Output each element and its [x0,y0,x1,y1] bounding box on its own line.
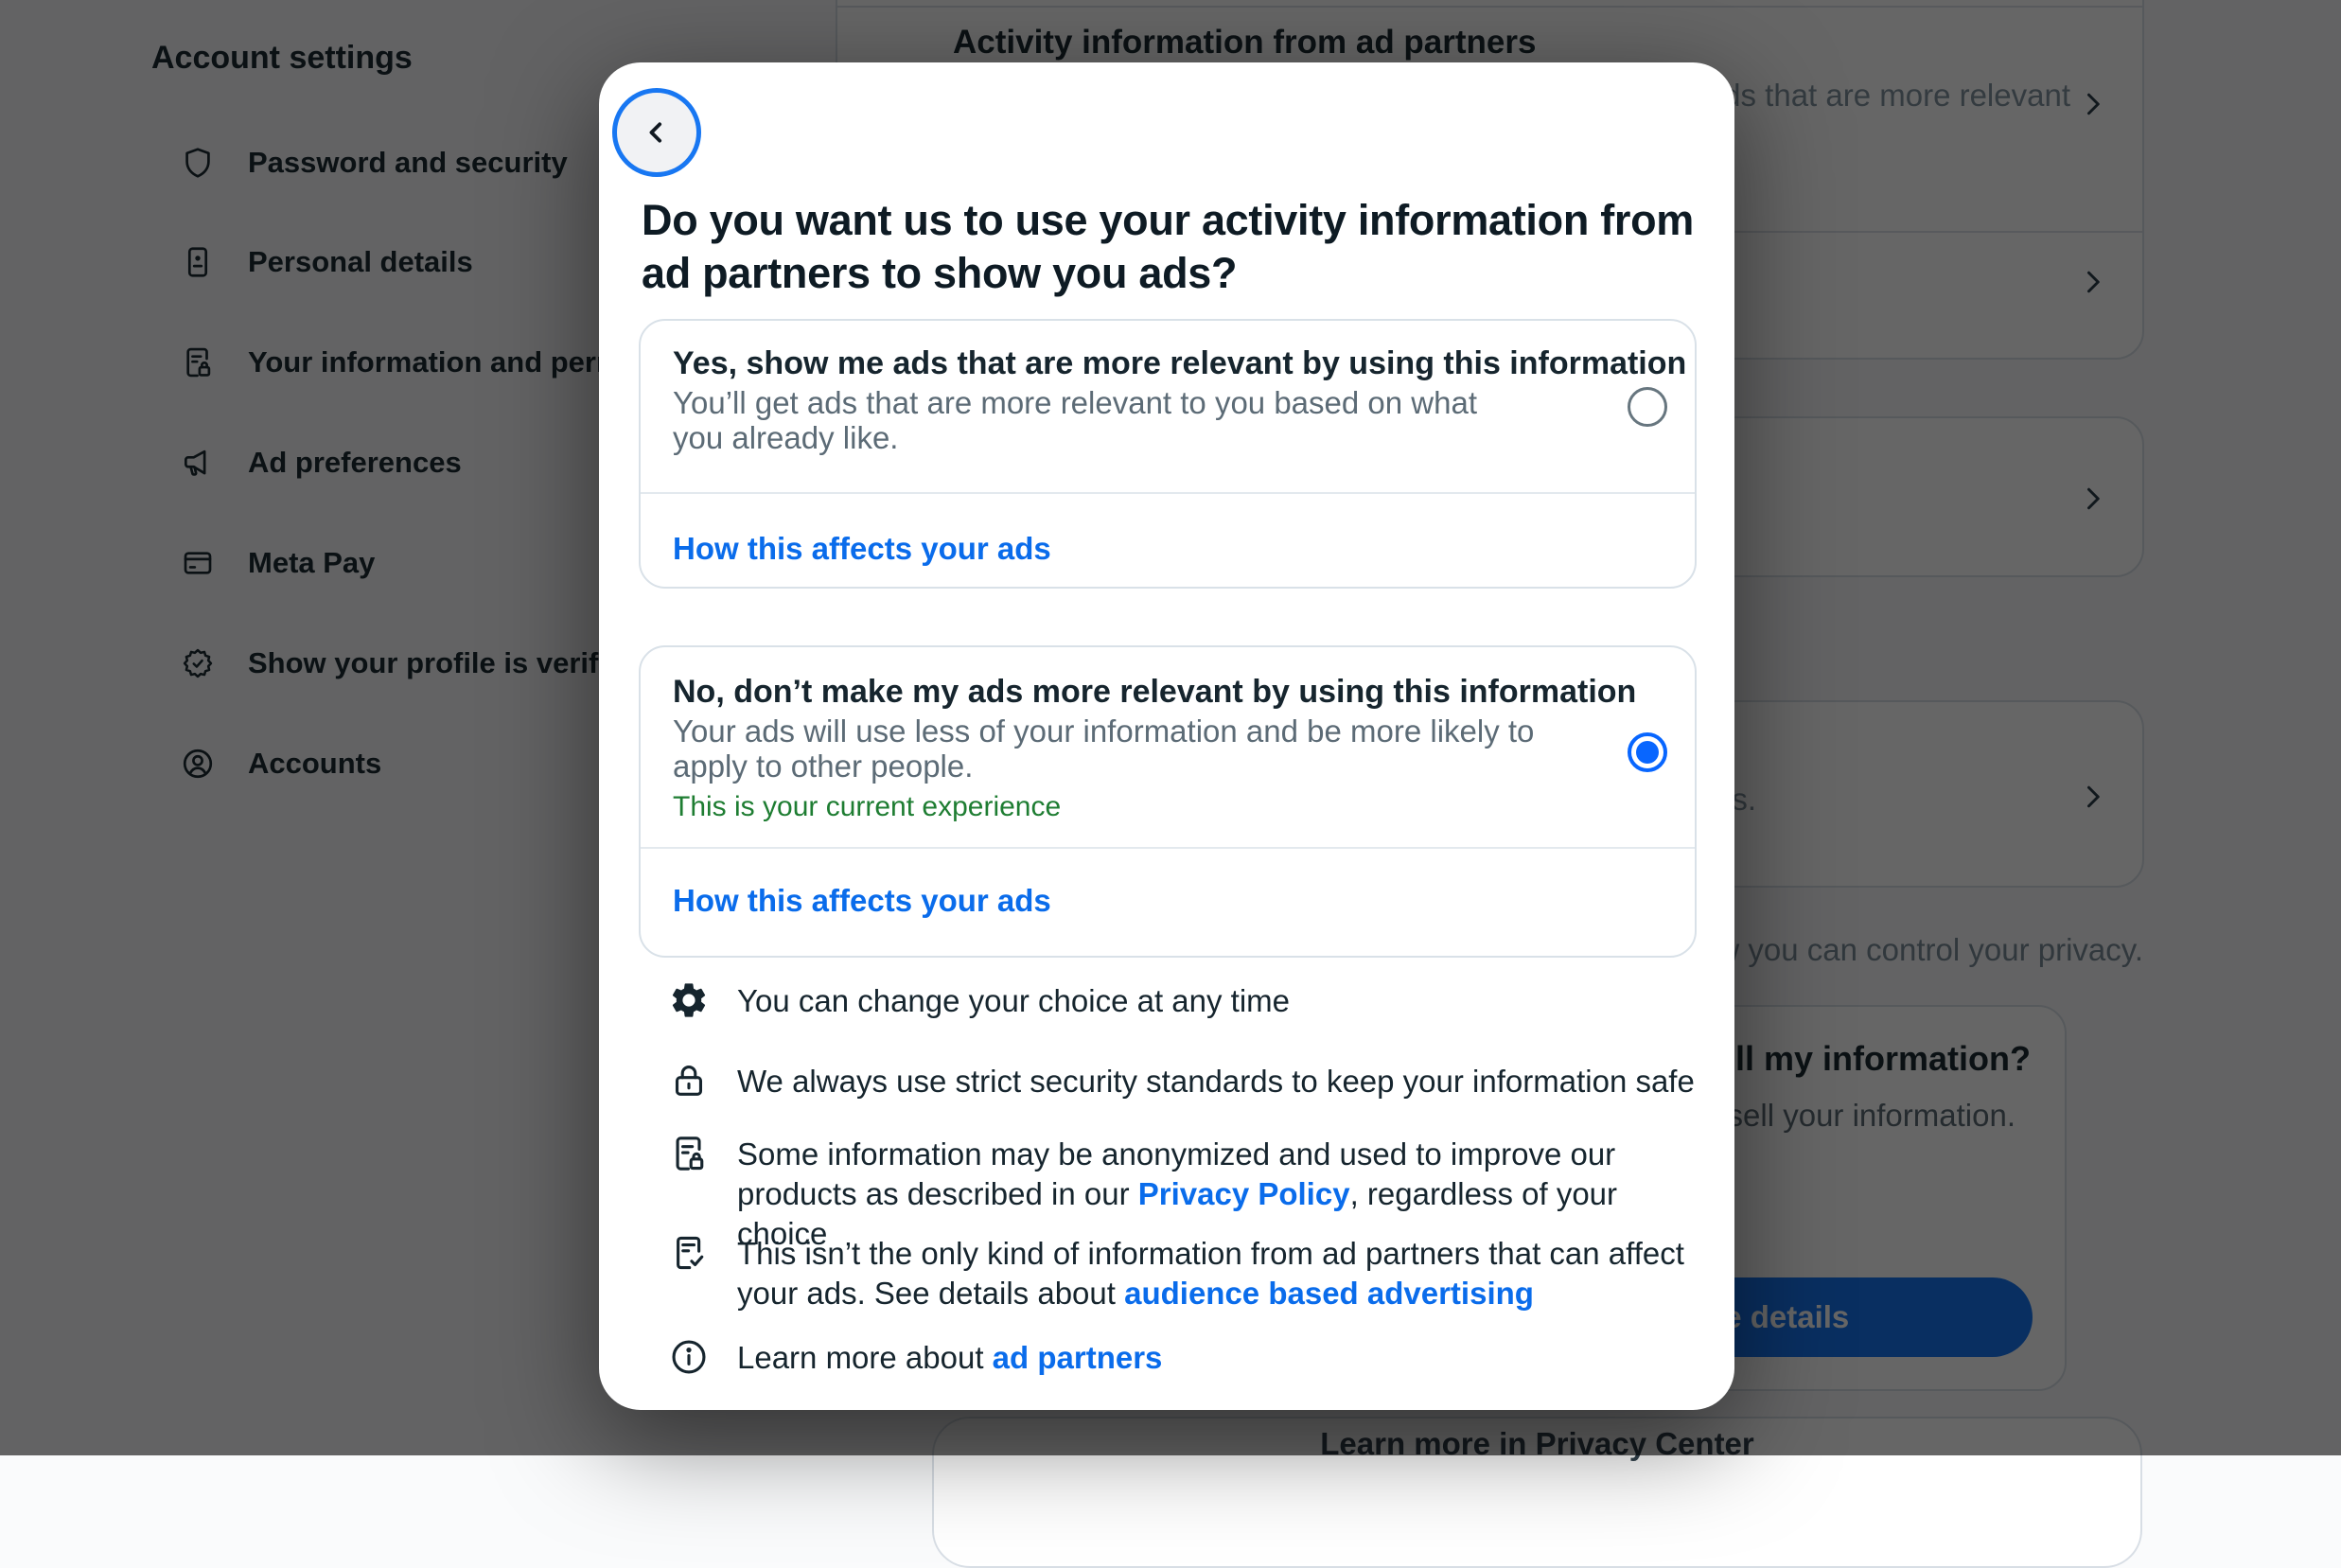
current-experience-status: This is your current experience [673,791,1062,822]
info-row-security: We always use strict security standards … [668,1062,1712,1101]
info-row-learn-more: Learn more about ad partners [668,1338,1712,1378]
back-button[interactable] [612,88,701,177]
option-no-description: Your ads will use less of your informati… [673,714,1535,784]
info-row-other-information: This isn’t the only kind of information … [668,1234,1712,1313]
info-text: This isn’t the only kind of information … [737,1236,1684,1311]
ad-partners-link[interactable]: ad partners [993,1340,1163,1375]
how-affects-ads-link-no[interactable]: How this affects your ads [673,883,1051,919]
option-no-card[interactable]: No, don’t make my ads more relevant by u… [639,645,1697,958]
document-lock-icon [676,1136,704,1171]
info-text: You can change your choice at any time [737,983,1290,1018]
info-row-change-choice: You can change your choice at any time [668,981,1712,1021]
radio-option-no-selected[interactable] [1628,732,1667,772]
option-yes-description: You’ll get ads that are more relevant to… [673,385,1477,455]
info-text: We always use strict security standards … [737,1064,1695,1099]
how-affects-ads-link-yes[interactable]: How this affects your ads [673,531,1051,567]
option-yes-title: Yes, show me ads that are more relevant … [673,345,1687,381]
note-check-icon [677,1236,704,1270]
gear-icon [672,983,706,1017]
chevron-left-icon [649,122,662,143]
privacy-policy-link[interactable]: Privacy Policy [1138,1176,1350,1211]
lock-icon [675,1065,703,1096]
option-no-title: No, don’t make my ads more relevant by u… [673,674,1637,710]
info-circle-icon [672,1340,706,1374]
audience-based-advertising-link[interactable]: audience based advertising [1124,1276,1534,1311]
info-text: Learn more about ad partners [737,1340,1163,1375]
radio-option-yes[interactable] [1628,387,1667,427]
ad-partners-choice-modal: Do you want us to use your activity info… [599,62,1734,1410]
modal-title: Do you want us to use your activity info… [642,196,1695,297]
option-yes-card[interactable]: Yes, show me ads that are more relevant … [639,319,1697,589]
